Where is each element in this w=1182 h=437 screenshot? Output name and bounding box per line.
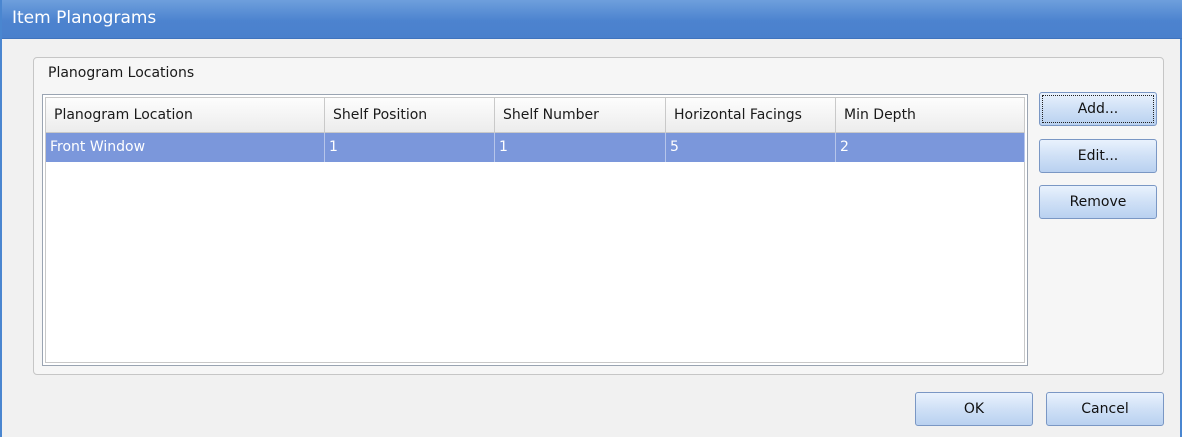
cancel-button[interactable]: Cancel <box>1046 392 1164 426</box>
table-row[interactable]: Front Window 1 1 5 2 <box>46 133 1025 162</box>
group-label: Planogram Locations <box>48 65 195 81</box>
grid-header: Planogram Location Shelf Position Shelf … <box>46 98 1025 133</box>
ok-button[interactable]: OK <box>915 392 1033 426</box>
title-bar[interactable]: Item Planograms <box>2 0 1182 39</box>
cell-min-depth[interactable]: 2 <box>836 133 1025 162</box>
cell-shelf-position[interactable]: 1 <box>325 133 495 162</box>
cell-horizontal-facings[interactable]: 5 <box>666 133 836 162</box>
column-header-planogram-location[interactable]: Planogram Location <box>46 98 325 132</box>
planogram-locations-group: Planogram Locations Planogram Location S… <box>33 57 1164 375</box>
column-header-min-depth[interactable]: Min Depth <box>836 98 1025 132</box>
column-header-shelf-position[interactable]: Shelf Position <box>325 98 495 132</box>
window-title: Item Planograms <box>12 8 157 28</box>
column-header-horizontal-facings[interactable]: Horizontal Facings <box>666 98 836 132</box>
edit-button[interactable]: Edit... <box>1039 139 1157 173</box>
planogram-grid[interactable]: Planogram Location Shelf Position Shelf … <box>42 94 1028 366</box>
add-button[interactable]: Add... <box>1039 92 1157 126</box>
dialog-window: Item Planograms Planogram Locations Plan… <box>0 0 1182 437</box>
grid-body: Planogram Location Shelf Position Shelf … <box>45 97 1025 363</box>
column-header-shelf-number[interactable]: Shelf Number <box>495 98 666 132</box>
cell-shelf-number[interactable]: 1 <box>495 133 666 162</box>
remove-button[interactable]: Remove <box>1039 185 1157 219</box>
cell-planogram-location[interactable]: Front Window <box>46 133 325 162</box>
